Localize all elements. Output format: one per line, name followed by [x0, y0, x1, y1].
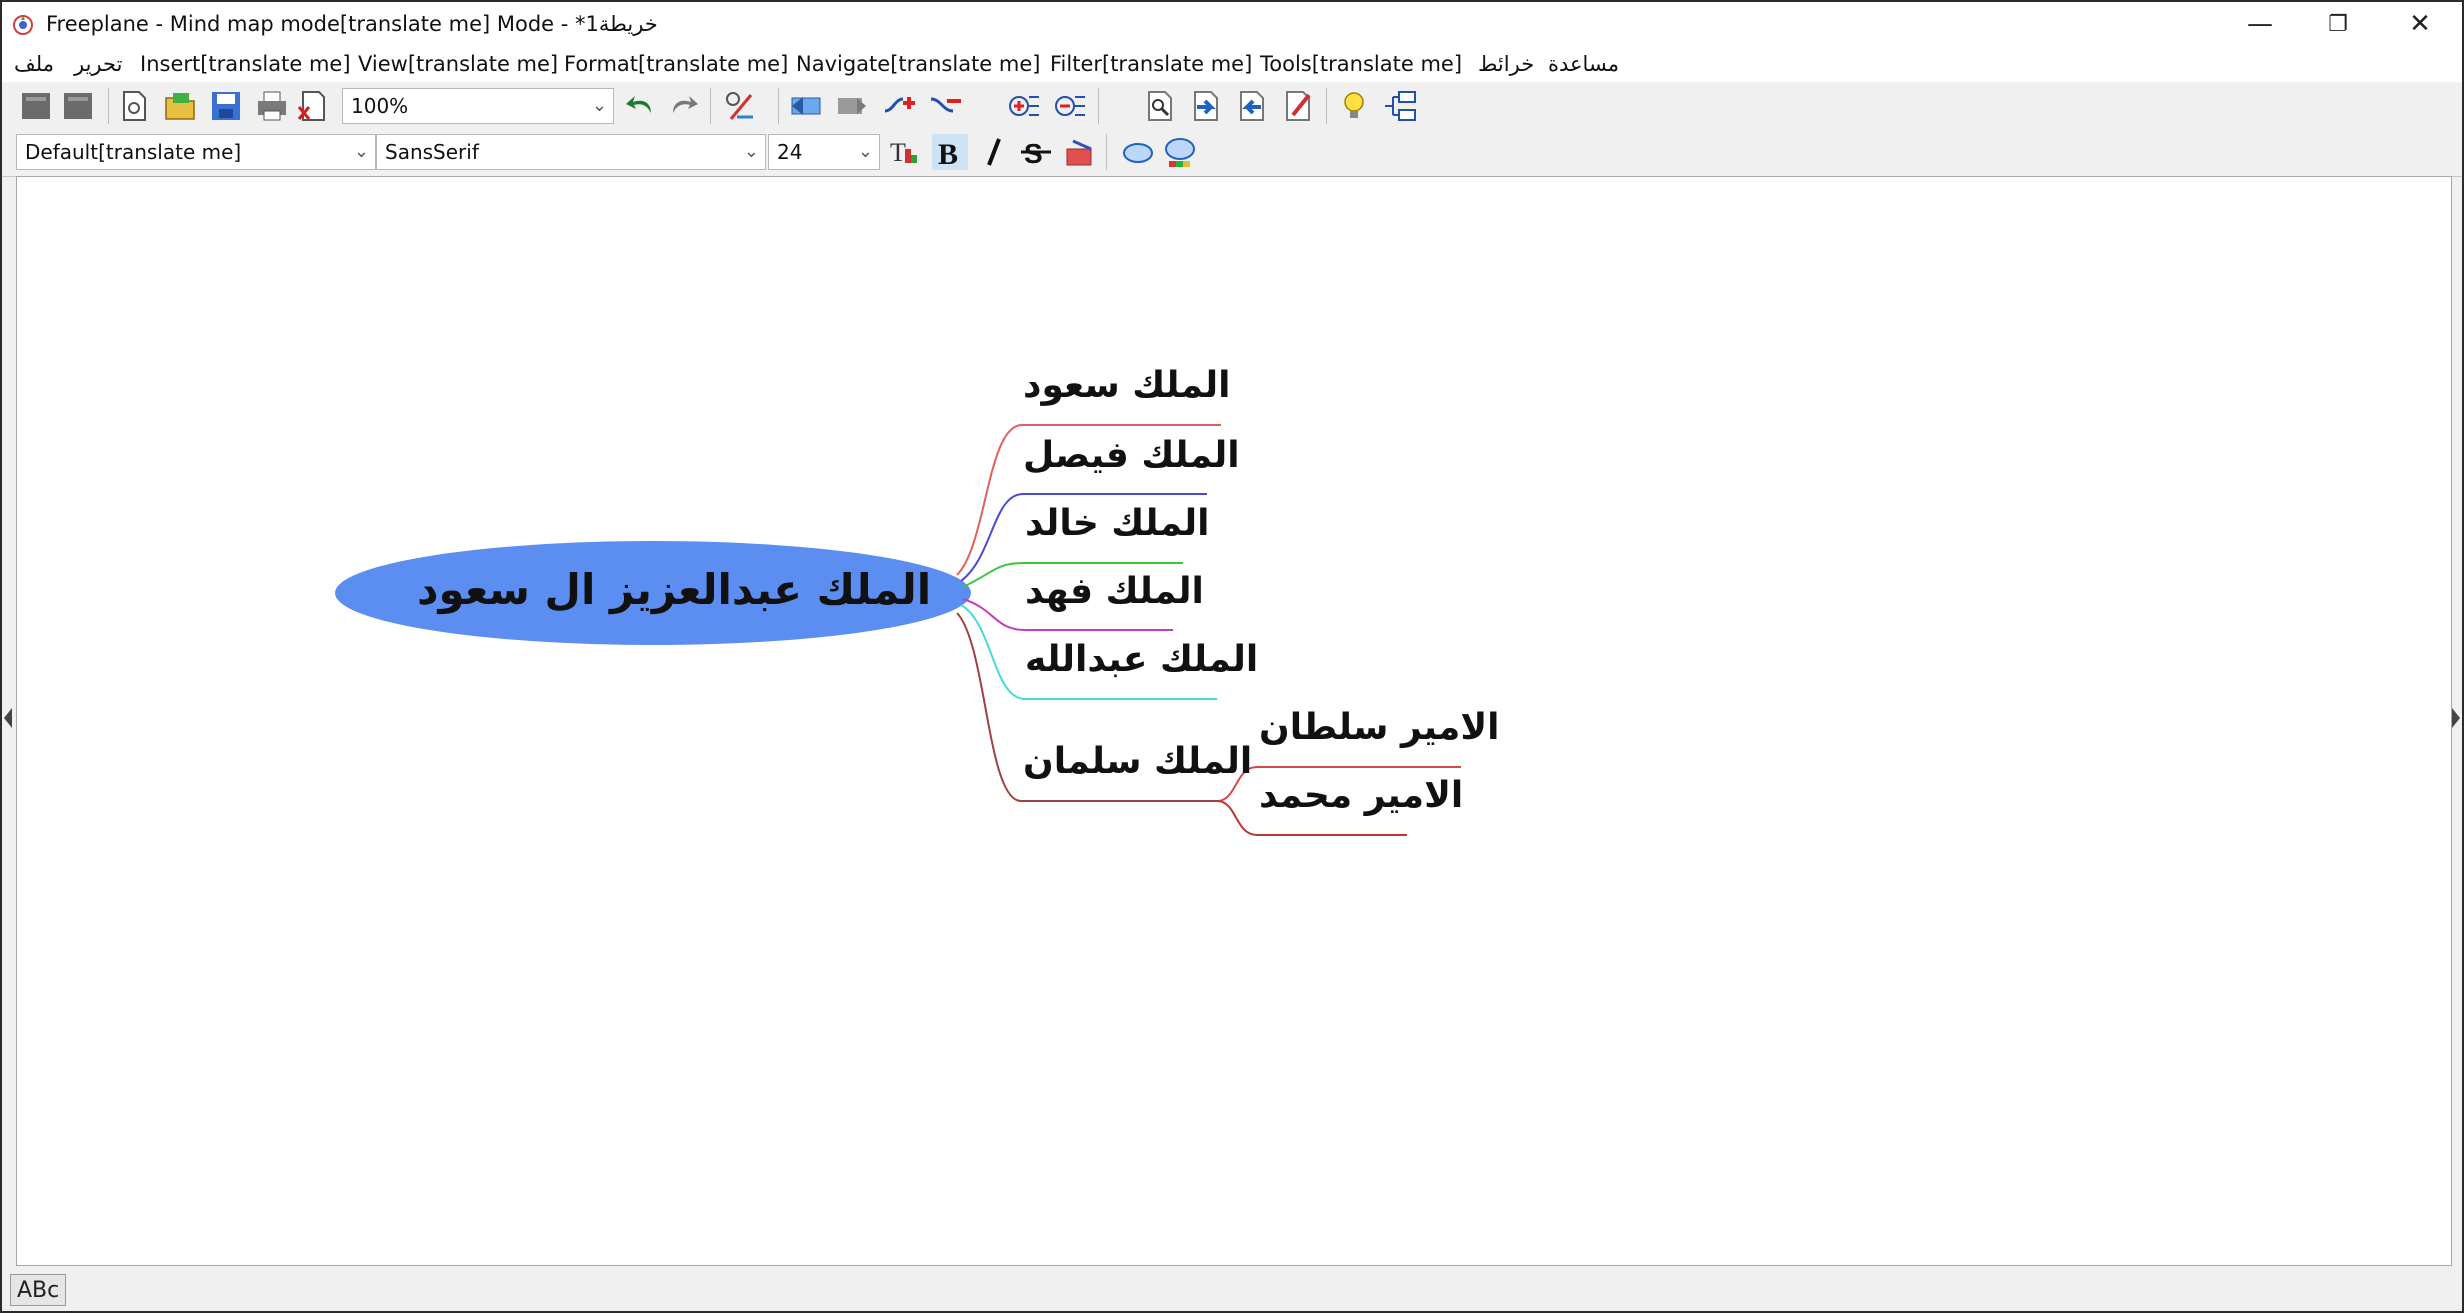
- unfold-icon[interactable]: [1006, 88, 1042, 124]
- menu-tools[interactable]: Tools[translate me]: [1260, 52, 1462, 76]
- input-mode-indicator[interactable]: ABc: [10, 1274, 67, 1306]
- close-map-icon[interactable]: [294, 88, 330, 124]
- style-value: Default[translate me]: [25, 140, 242, 164]
- toolbar-separator: [778, 88, 779, 124]
- strikethrough-icon[interactable]: S: [1018, 134, 1054, 170]
- minimize-button[interactable]: —: [2230, 6, 2290, 42]
- light-bulb-icon[interactable]: [1336, 88, 1372, 124]
- child-node-label[interactable]: الملك خالد: [1025, 503, 1210, 544]
- svg-text:T: T: [890, 138, 906, 167]
- font-family-value: SansSerif: [385, 140, 479, 164]
- menu-filter[interactable]: Filter[translate me]: [1050, 52, 1252, 76]
- next-map-icon[interactable]: [60, 88, 96, 124]
- child-node-label[interactable]: الملك سلمان: [1023, 741, 1252, 782]
- find-icon[interactable]: [1142, 88, 1178, 124]
- text-color-icon[interactable]: T: [886, 134, 922, 170]
- menu-insert[interactable]: Insert[translate me]: [140, 52, 351, 76]
- fold-icon[interactable]: [1052, 88, 1088, 124]
- bold-icon[interactable]: B: [932, 134, 968, 170]
- redo-icon[interactable]: [666, 88, 702, 124]
- italic-icon[interactable]: [976, 134, 1012, 170]
- new-map-icon[interactable]: [116, 88, 152, 124]
- font-size-select[interactable]: 24 ⌄: [768, 134, 880, 170]
- mind-map-edges: [335, 424, 1461, 836]
- child-node-label[interactable]: الملك فيصل: [1023, 435, 1240, 476]
- add-sibling-node-icon[interactable]: [928, 88, 964, 124]
- mind-map-canvas[interactable]: الملك عبدالعزيز ال سعود الملك سعود الملك…: [16, 176, 2452, 1266]
- prev-map-icon[interactable]: [18, 88, 54, 124]
- close-button[interactable]: ✕: [2390, 6, 2450, 42]
- cloud-color-icon[interactable]: [1162, 134, 1198, 170]
- font-size-value: 24: [777, 140, 803, 164]
- menu-help[interactable]: مساعدة: [1548, 52, 1619, 76]
- save-icon[interactable]: [208, 88, 244, 124]
- eraser-icon[interactable]: [1062, 134, 1098, 170]
- child-node-label[interactable]: الملك فهد: [1025, 571, 1204, 612]
- zoom-select[interactable]: 100% ⌄: [342, 88, 614, 124]
- previous-node-icon[interactable]: [788, 88, 824, 124]
- freeplane-logo-icon: [13, 15, 33, 35]
- cloud-icon[interactable]: [1120, 134, 1156, 170]
- link-edit-icon[interactable]: [722, 88, 758, 124]
- style-select[interactable]: Default[translate me] ⌄: [16, 134, 376, 170]
- add-child-node-icon[interactable]: [882, 88, 918, 124]
- svg-text:B: B: [938, 138, 958, 169]
- left-splitter-arrow-icon[interactable]: [4, 708, 12, 728]
- open-folder-icon[interactable]: [162, 88, 198, 124]
- edit-note-icon[interactable]: [1280, 88, 1316, 124]
- toolbar-separator: [1106, 134, 1107, 170]
- child-node-label[interactable]: الملك عبدالله: [1025, 639, 1258, 680]
- map-structure-icon[interactable]: [1382, 88, 1418, 124]
- root-node-label[interactable]: الملك عبدالعزيز ال سعود: [417, 565, 931, 614]
- child-node-label[interactable]: الملك سعود: [1023, 365, 1231, 406]
- zoom-value: 100%: [351, 94, 409, 118]
- toolbar-separator: [108, 88, 109, 124]
- chevron-down-icon: ⌄: [591, 95, 607, 116]
- grandchild-node-label[interactable]: الامير محمد: [1259, 775, 1463, 816]
- menu-format[interactable]: Format[translate me]: [564, 52, 788, 76]
- toolbar-separator: [1098, 88, 1099, 124]
- main-toolbar: 100% ⌄: [2, 82, 2462, 130]
- chevron-down-icon: ⌄: [743, 141, 759, 162]
- window-title: Freeplane - Mind map mode[translate me] …: [46, 12, 658, 36]
- menu-view[interactable]: View[translate me]: [358, 52, 558, 76]
- chevron-down-icon: ⌄: [857, 141, 873, 162]
- chevron-down-icon: ⌄: [353, 141, 369, 162]
- status-bar: ABc: [2, 1268, 2462, 1311]
- format-toolbar: Default[translate me] ⌄ SansSerif ⌄ 24 ⌄…: [2, 130, 2462, 177]
- next-node-icon[interactable]: [834, 88, 870, 124]
- menu-file[interactable]: ملف: [14, 52, 54, 76]
- grandchild-node-label[interactable]: الامير سلطان: [1259, 707, 1499, 748]
- font-family-select[interactable]: SansSerif ⌄: [376, 134, 766, 170]
- toolbar-separator: [710, 88, 711, 124]
- goto-previous-icon[interactable]: [1234, 88, 1270, 124]
- menu-maps[interactable]: خرائط: [1478, 52, 1534, 76]
- restore-button[interactable]: ❐: [2308, 6, 2368, 42]
- right-splitter-arrow-icon[interactable]: [2452, 708, 2460, 728]
- app-window: Freeplane - Mind map mode[translate me] …: [0, 0, 2464, 1313]
- menu-bar: ملف تحرير Insert[translate me] View[tran…: [2, 48, 2462, 83]
- menu-edit[interactable]: تحرير: [74, 52, 122, 76]
- goto-next-icon[interactable]: [1188, 88, 1224, 124]
- title-bar: Freeplane - Mind map mode[translate me] …: [2, 2, 2462, 48]
- menu-navigate[interactable]: Navigate[translate me]: [796, 52, 1040, 76]
- print-icon[interactable]: [254, 88, 290, 124]
- undo-icon[interactable]: [622, 88, 658, 124]
- toolbar-separator: [1326, 88, 1327, 124]
